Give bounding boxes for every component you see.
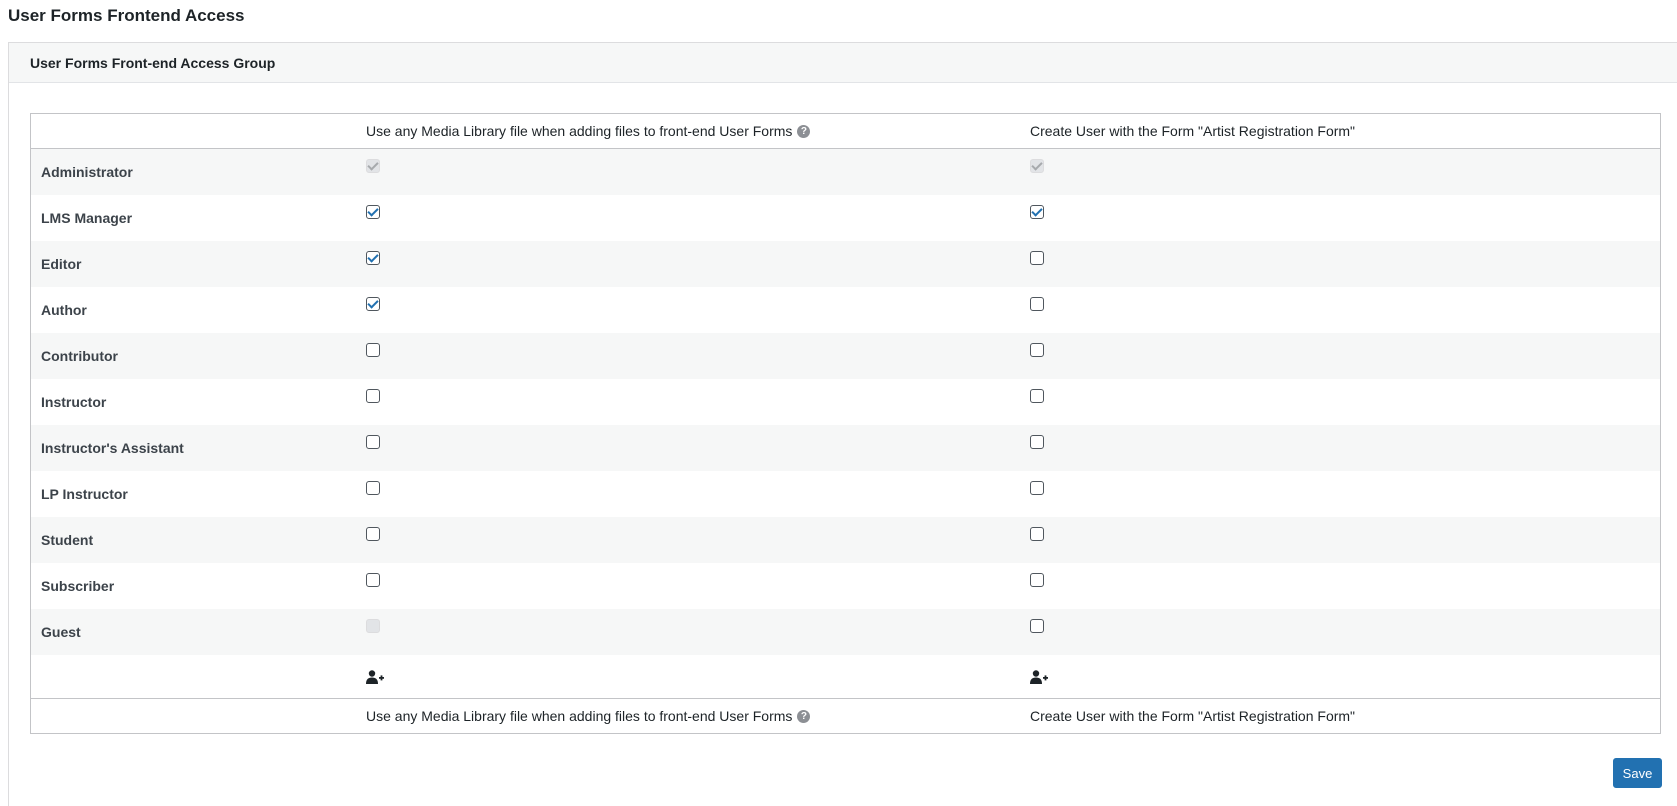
- create-user-checkbox[interactable]: [1030, 572, 1044, 587]
- media-column-footer: Use any Media Library file when adding f…: [356, 698, 1020, 734]
- access-group-panel: User Forms Front-end Access Group Use an…: [8, 42, 1677, 806]
- table-row: Student: [30, 516, 1661, 563]
- question-circle-icon[interactable]: ?: [797, 709, 811, 723]
- media-library-checkbox[interactable]: [366, 434, 380, 449]
- media-column-label: Use any Media Library file when adding f…: [366, 708, 793, 724]
- role-column-header: [30, 113, 356, 149]
- role-name: Student: [41, 531, 94, 548]
- role-name: LMS Manager: [41, 209, 133, 226]
- role-name: Author: [41, 301, 87, 318]
- media-library-checkbox[interactable]: [366, 526, 380, 541]
- question-circle-icon[interactable]: ?: [797, 124, 811, 138]
- create-user-column-footer: Create User with the Form "Artist Regist…: [1020, 698, 1661, 734]
- role-name: Instructor's Assistant: [41, 439, 184, 456]
- role-name: Editor: [41, 255, 82, 272]
- table-row: Administrator: [30, 148, 1661, 195]
- media-library-checkbox[interactable]: [366, 296, 380, 311]
- create-user-column-label: Create User with the Form "Artist Regist…: [1030, 708, 1356, 724]
- media-library-checkbox[interactable]: [366, 480, 380, 495]
- table-row: Instructor: [31, 379, 1661, 425]
- media-library-checkbox[interactable]: [366, 250, 380, 265]
- role-name: Instructor: [41, 393, 107, 410]
- table-row: Instructor's Assistant: [30, 424, 1661, 471]
- create-user-checkbox[interactable]: [1030, 342, 1044, 357]
- create-user-checkbox[interactable]: [1030, 434, 1044, 449]
- table-row: Guest: [30, 608, 1661, 655]
- create-user-column-header: Create User with the Form "Artist Regist…: [1020, 113, 1661, 149]
- role-name: LP Instructor: [41, 485, 128, 502]
- media-library-checkbox[interactable]: [366, 342, 380, 357]
- media-library-checkbox[interactable]: [366, 204, 380, 219]
- create-user-checkbox[interactable]: [1030, 618, 1044, 633]
- table-row: Editor: [30, 240, 1661, 287]
- role-name: Guest: [41, 623, 81, 640]
- add-role-row: [31, 655, 1661, 699]
- media-column-header: Use any Media Library file when adding f…: [356, 113, 1020, 149]
- user-plus-icon[interactable]: [366, 670, 384, 685]
- table-header-row: Use any Media Library file when adding f…: [30, 113, 1661, 149]
- table-row: Contributor: [30, 332, 1661, 379]
- panel-header: User Forms Front-end Access Group: [9, 43, 1677, 83]
- create-user-column-label: Create User with the Form "Artist Regist…: [1030, 123, 1356, 139]
- table-row: Author: [31, 287, 1661, 333]
- save-button[interactable]: Save: [1613, 758, 1662, 788]
- create-user-checkbox[interactable]: [1030, 526, 1044, 541]
- media-column-label: Use any Media Library file when adding f…: [366, 123, 793, 139]
- create-user-checkbox: [1030, 159, 1044, 174]
- table-footer-row: Use any Media Library file when adding f…: [30, 698, 1661, 734]
- create-user-checkbox[interactable]: [1030, 296, 1044, 311]
- role-name: Administrator: [41, 163, 133, 180]
- create-user-checkbox[interactable]: [1030, 204, 1044, 219]
- create-user-checkbox[interactable]: [1030, 250, 1044, 265]
- access-table: Use any Media Library file when adding f…: [30, 113, 1661, 734]
- media-library-checkbox[interactable]: [366, 388, 380, 403]
- table-row: LMS Manager: [31, 195, 1661, 241]
- create-user-checkbox[interactable]: [1030, 480, 1044, 495]
- media-library-checkbox: [366, 618, 380, 633]
- role-name: Subscriber: [41, 577, 115, 594]
- media-library-checkbox[interactable]: [366, 572, 380, 587]
- table-row: Subscriber: [31, 563, 1661, 609]
- role-name: Contributor: [41, 347, 118, 364]
- user-plus-icon[interactable]: [1030, 670, 1048, 685]
- panel-title: User Forms Front-end Access Group: [30, 54, 276, 71]
- table-row: LP Instructor: [31, 471, 1661, 517]
- page-title: User Forms Frontend Access: [8, 6, 245, 25]
- create-user-checkbox[interactable]: [1030, 388, 1044, 403]
- media-library-checkbox: [366, 159, 380, 174]
